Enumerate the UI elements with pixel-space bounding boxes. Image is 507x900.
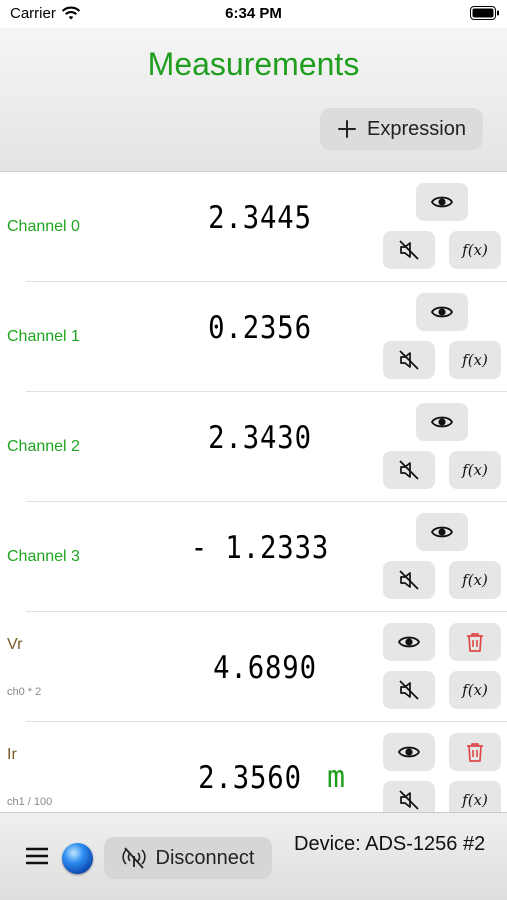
- clock: 6:34 PM: [225, 5, 282, 22]
- plus-icon: [338, 120, 357, 138]
- connection-status-indicator: [62, 843, 93, 874]
- disconnect-button[interactable]: Disconnect: [104, 837, 272, 879]
- speaker-muted-icon: [399, 460, 419, 480]
- expression-formula: ch1 / 100: [7, 796, 53, 808]
- function-icon: f(x): [462, 241, 488, 259]
- measurement-row: Channel 1 0.2356 f(x): [0, 282, 507, 392]
- function-icon: f(x): [462, 351, 488, 369]
- function-button[interactable]: f(x): [449, 231, 501, 269]
- eye-icon: [430, 526, 454, 538]
- channel-label: Channel 1: [7, 328, 80, 345]
- function-icon: f(x): [462, 571, 488, 589]
- unit-prefix: m: [327, 760, 346, 795]
- device-name: Device: ADS-1256 #2: [294, 833, 486, 855]
- function-icon: f(x): [462, 791, 488, 809]
- function-icon: f(x): [462, 461, 488, 479]
- channel-label: Channel 0: [7, 218, 80, 235]
- header: Measurements Expression: [0, 28, 507, 172]
- function-button[interactable]: f(x): [449, 451, 501, 489]
- expression-label: Ir: [7, 746, 17, 763]
- mute-button[interactable]: [383, 341, 435, 379]
- bottom-toolbar: Disconnect Device: ADS-1256 #2: [0, 812, 507, 900]
- eye-icon: [430, 196, 454, 208]
- trash-icon: [467, 743, 483, 762]
- measurement-row: Channel 0 2.3445 f(x): [0, 172, 507, 282]
- measurement-value: 4.6890: [213, 650, 317, 686]
- eye-icon: [397, 746, 421, 758]
- speaker-muted-icon: [399, 570, 419, 590]
- add-expression-label: Expression: [367, 117, 466, 140]
- mute-button[interactable]: [383, 781, 435, 812]
- speaker-muted-icon: [399, 350, 419, 370]
- function-icon: f(x): [462, 681, 488, 699]
- function-button[interactable]: f(x): [449, 341, 501, 379]
- mute-button[interactable]: [383, 671, 435, 709]
- status-bar: Carrier 6:34 PM: [0, 0, 507, 28]
- visibility-button[interactable]: [383, 623, 435, 661]
- channel-label: Channel 2: [7, 438, 80, 455]
- visibility-button[interactable]: [416, 403, 468, 441]
- mute-button[interactable]: [383, 231, 435, 269]
- channel-label: Channel 3: [7, 548, 80, 565]
- measurement-value: 2.3445: [208, 200, 312, 236]
- eye-icon: [397, 636, 421, 648]
- speaker-muted-icon: [399, 240, 419, 260]
- delete-button[interactable]: [449, 733, 501, 771]
- antenna-off-icon: [121, 847, 146, 869]
- mute-button[interactable]: [383, 561, 435, 599]
- visibility-button[interactable]: [416, 513, 468, 551]
- speaker-muted-icon: [399, 790, 419, 810]
- measurement-value: 0.2356: [208, 310, 312, 346]
- visibility-button[interactable]: [416, 183, 468, 221]
- hamburger-menu-icon[interactable]: [25, 847, 49, 865]
- battery-icon: [470, 6, 499, 20]
- function-button[interactable]: f(x): [449, 561, 501, 599]
- measurement-value: 2.3560: [198, 760, 302, 796]
- delete-button[interactable]: [449, 623, 501, 661]
- expression-row: Ir ch1 / 100 2.3560 m f(x): [0, 722, 507, 812]
- measurement-list[interactable]: Channel 0 2.3445 f(x) Channel 1 0.2356 f…: [0, 172, 507, 812]
- speaker-muted-icon: [399, 680, 419, 700]
- mute-button[interactable]: [383, 451, 435, 489]
- expression-formula: ch0 * 2: [7, 686, 42, 698]
- function-button[interactable]: f(x): [449, 781, 501, 812]
- eye-icon: [430, 416, 454, 428]
- measurement-row: Channel 3 - 1.2333 f(x): [0, 502, 507, 612]
- expression-label: Vr: [7, 636, 23, 653]
- page-title: Measurements: [147, 46, 360, 82]
- expression-row: Vr ch0 * 2 4.6890 f(x): [0, 612, 507, 722]
- visibility-button[interactable]: [416, 293, 468, 331]
- visibility-button[interactable]: [383, 733, 435, 771]
- measurement-value: - 1.2333: [190, 530, 330, 566]
- measurement-row: Channel 2 2.3430 f(x): [0, 392, 507, 502]
- trash-icon: [467, 633, 483, 652]
- eye-icon: [430, 306, 454, 318]
- function-button[interactable]: f(x): [449, 671, 501, 709]
- disconnect-label: Disconnect: [155, 846, 255, 869]
- measurement-value: 2.3430: [208, 420, 312, 456]
- add-expression-button[interactable]: Expression: [320, 108, 483, 150]
